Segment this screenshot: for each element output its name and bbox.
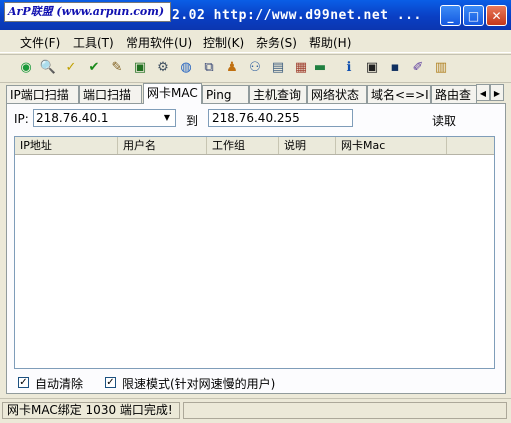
maximize-button[interactable]: □: [463, 5, 484, 26]
auto-clear-checkbox[interactable]: ✓: [18, 377, 29, 388]
ip-end-value: 218.76.40.255: [212, 111, 300, 125]
window-title: 2.02 http://www.d99net.net ...: [172, 8, 422, 23]
column-workgroup[interactable]: 工作组: [207, 137, 279, 154]
status-pane-empty: [183, 402, 507, 419]
results-table[interactable]: IP地址 用户名 工作组 说明 网卡Mac: [14, 136, 495, 369]
menu-file[interactable]: 文件(F): [20, 34, 60, 51]
menu-help[interactable]: 帮助(H): [309, 34, 351, 51]
toolbar-edit-icon[interactable]: ✎: [107, 58, 127, 78]
toolbar-terminal-icon[interactable]: ▪: [385, 58, 405, 78]
minimize-button[interactable]: _: [440, 5, 461, 26]
slow-mode-label: 限速模式(针对网速慢的用户): [122, 377, 276, 391]
toolbar-search-icon[interactable]: 🔍: [38, 58, 58, 78]
column-ip-address[interactable]: IP地址: [15, 137, 118, 154]
toolbar-computers-icon[interactable]: ▤: [268, 58, 288, 78]
tab-scroll-right-icon[interactable]: ▶: [490, 84, 504, 101]
toolbar-user-icon[interactable]: ♟: [222, 58, 242, 78]
chevron-down-icon[interactable]: ▼: [160, 111, 174, 125]
toolbar-info-icon[interactable]: ℹ: [339, 58, 359, 78]
tab-netcard-mac[interactable]: 网卡MAC: [143, 83, 202, 104]
to-label: 到: [186, 114, 199, 128]
column-filler: [447, 137, 494, 154]
slow-mode-checkbox[interactable]: ✓: [105, 377, 116, 388]
close-button[interactable]: ✕: [486, 5, 507, 26]
tab-port-scan[interactable]: 端口扫描: [79, 85, 142, 103]
toolbar-pen-icon[interactable]: ✐: [408, 58, 428, 78]
menu-misc[interactable]: 杂务(S): [256, 34, 297, 51]
tab-route[interactable]: 路由查: [431, 85, 477, 103]
menu-control[interactable]: 控制(K): [203, 34, 244, 51]
tab-ip-port-scan[interactable]: IP端口扫描: [6, 85, 79, 103]
column-description[interactable]: 说明: [279, 137, 336, 154]
toolbar-check-icon[interactable]: ✔: [84, 58, 104, 78]
ip-end-input[interactable]: 218.76.40.255: [208, 109, 353, 127]
toolbar-monitor-icon[interactable]: ▣: [130, 58, 150, 78]
status-message: 网卡MAC绑定 1030 端口完成!: [2, 402, 180, 419]
toolbar-tools-icon[interactable]: ▥: [431, 58, 451, 78]
brand-logo: ArP联盟 (www.arpun.com): [4, 2, 171, 22]
ip-start-value: 218.76.40.1: [36, 111, 109, 125]
column-mac[interactable]: 网卡Mac: [336, 137, 447, 154]
toolbar-settings-icon[interactable]: ⚙: [153, 58, 173, 78]
toolbar-check-yellow-icon[interactable]: ✓: [61, 58, 81, 78]
menu-common-software[interactable]: 常用软件(U): [126, 34, 192, 51]
toolbar: ◉ 🔍 ✓ ✔ ✎ ▣ ⚙ ◍ ⧉ ♟ ⚇ ▤ ▦ ▬ ℹ ▣ ▪ ✐ ▥: [0, 54, 511, 83]
table-header: IP地址 用户名 工作组 说明 网卡Mac: [15, 137, 494, 155]
tab-host-query[interactable]: 主机查询: [249, 85, 307, 103]
auto-clear-label: 自动清除: [35, 377, 84, 391]
ip-start-combobox[interactable]: 218.76.40.1 ▼: [33, 109, 176, 127]
toolbar-users-icon[interactable]: ⚇: [245, 58, 265, 78]
status-bar: 网卡MAC绑定 1030 端口完成!: [0, 398, 511, 423]
tab-ping[interactable]: Ping: [202, 85, 249, 103]
menu-tools[interactable]: 工具(T): [73, 34, 114, 51]
read-button[interactable]: 读取: [432, 112, 456, 129]
toolbar-report-icon[interactable]: ▦: [291, 58, 311, 78]
tab-strip: IP端口扫描 端口扫描 网卡MAC Ping 主机查询 网络状态 域名<=>IP…: [6, 83, 506, 104]
app-window: ArP联盟 (www.arpun.com) 2.02 http://www.d9…: [0, 0, 511, 423]
column-username[interactable]: 用户名: [118, 137, 207, 154]
toolbar-screen-icon[interactable]: ▣: [362, 58, 382, 78]
title-bar[interactable]: ArP联盟 (www.arpun.com) 2.02 http://www.d9…: [0, 0, 511, 30]
toolbar-netcard-icon[interactable]: ▬: [310, 58, 330, 78]
tab-network-status[interactable]: 网络状态: [307, 85, 367, 103]
menu-bar: 文件(F) 工具(T) 常用软件(U) 控制(K) 杂务(S) 帮助(H): [0, 30, 511, 53]
tab-domain-ip[interactable]: 域名<=>IP: [367, 85, 431, 103]
ip-label: IP:: [14, 112, 29, 126]
toolbar-network-icon[interactable]: ⧉: [199, 58, 219, 78]
toolbar-globe-icon[interactable]: ◍: [176, 58, 196, 78]
toolbar-scan-icon[interactable]: ◉: [16, 58, 36, 78]
tab-scroll-left-icon[interactable]: ◀: [476, 84, 490, 101]
